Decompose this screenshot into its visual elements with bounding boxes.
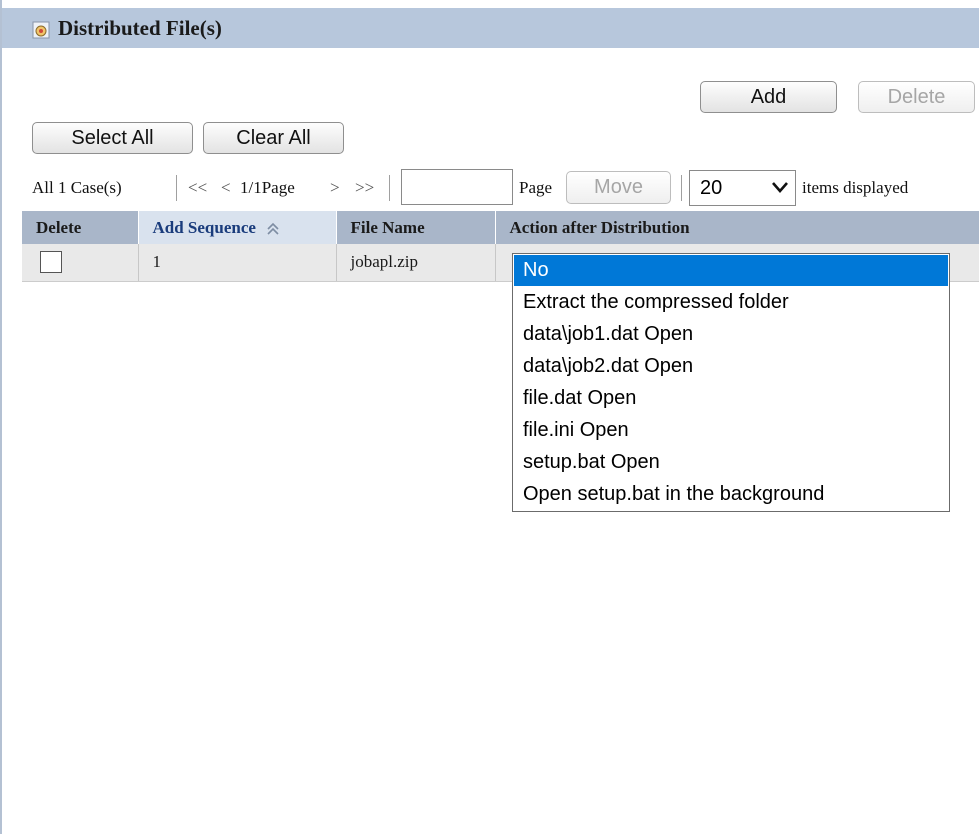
distributed-file-icon — [32, 21, 50, 39]
first-page-link[interactable]: << — [188, 170, 207, 206]
items-per-page-select[interactable]: 20 — [689, 170, 796, 206]
page-number-input[interactable] — [401, 169, 513, 205]
clear-all-button[interactable]: Clear All — [203, 122, 344, 154]
dropdown-option[interactable]: file.ini Open — [514, 415, 948, 446]
current-page: 1/1Page — [240, 178, 295, 197]
total-count: All 1 Case(s) — [32, 178, 122, 197]
delete-button[interactable]: Delete — [858, 81, 975, 113]
table-header-row: Delete Add Sequence File Name Action aft… — [22, 211, 979, 244]
dropdown-option[interactable]: Extract the compressed folder — [514, 287, 948, 318]
page-label: Page — [519, 178, 553, 197]
next-page-link[interactable]: > — [330, 170, 340, 206]
dropdown-option[interactable]: No — [514, 255, 948, 286]
add-button[interactable]: Add — [700, 81, 837, 113]
chevron-down-icon — [772, 182, 788, 193]
sequence-cell: 1 — [138, 244, 337, 282]
file-name-cell: jobapl.zip — [336, 244, 496, 282]
items-displayed-label: items displayed — [802, 178, 909, 197]
pager-divider — [681, 175, 682, 201]
items-per-page-value: 20 — [700, 177, 723, 199]
panel-title: Distributed File(s) — [58, 16, 222, 40]
select-all-button[interactable]: Select All — [32, 122, 193, 154]
panel-left-border — [0, 0, 2, 834]
dropdown-option[interactable]: setup.bat Open — [514, 447, 948, 478]
dropdown-option[interactable]: Open setup.bat in the background — [514, 479, 948, 510]
pager-divider — [176, 175, 177, 201]
dropdown-option[interactable]: data\job1.dat Open — [514, 319, 948, 350]
column-header-action[interactable]: Action after Distribution — [495, 211, 979, 244]
dropdown-option[interactable]: file.dat Open — [514, 383, 948, 414]
dropdown-option[interactable]: data\job2.dat Open — [514, 351, 948, 382]
column-header-add-sequence[interactable]: Add Sequence — [138, 211, 337, 244]
column-header-delete: Delete — [22, 211, 139, 244]
sort-ascending-icon — [267, 222, 279, 235]
panel-title-bar: Distributed File(s) — [2, 8, 979, 48]
prev-page-link[interactable]: < — [221, 170, 231, 206]
pager-divider — [389, 175, 390, 201]
delete-cell — [22, 244, 139, 282]
column-header-label: Add Sequence — [152, 217, 256, 237]
move-button[interactable]: Move — [566, 171, 671, 204]
last-page-link[interactable]: >> — [355, 170, 374, 206]
action-dropdown-list[interactable]: No Extract the compressed folder data\jo… — [512, 253, 950, 512]
column-header-file-name[interactable]: File Name — [336, 211, 496, 244]
delete-checkbox[interactable] — [40, 251, 62, 274]
